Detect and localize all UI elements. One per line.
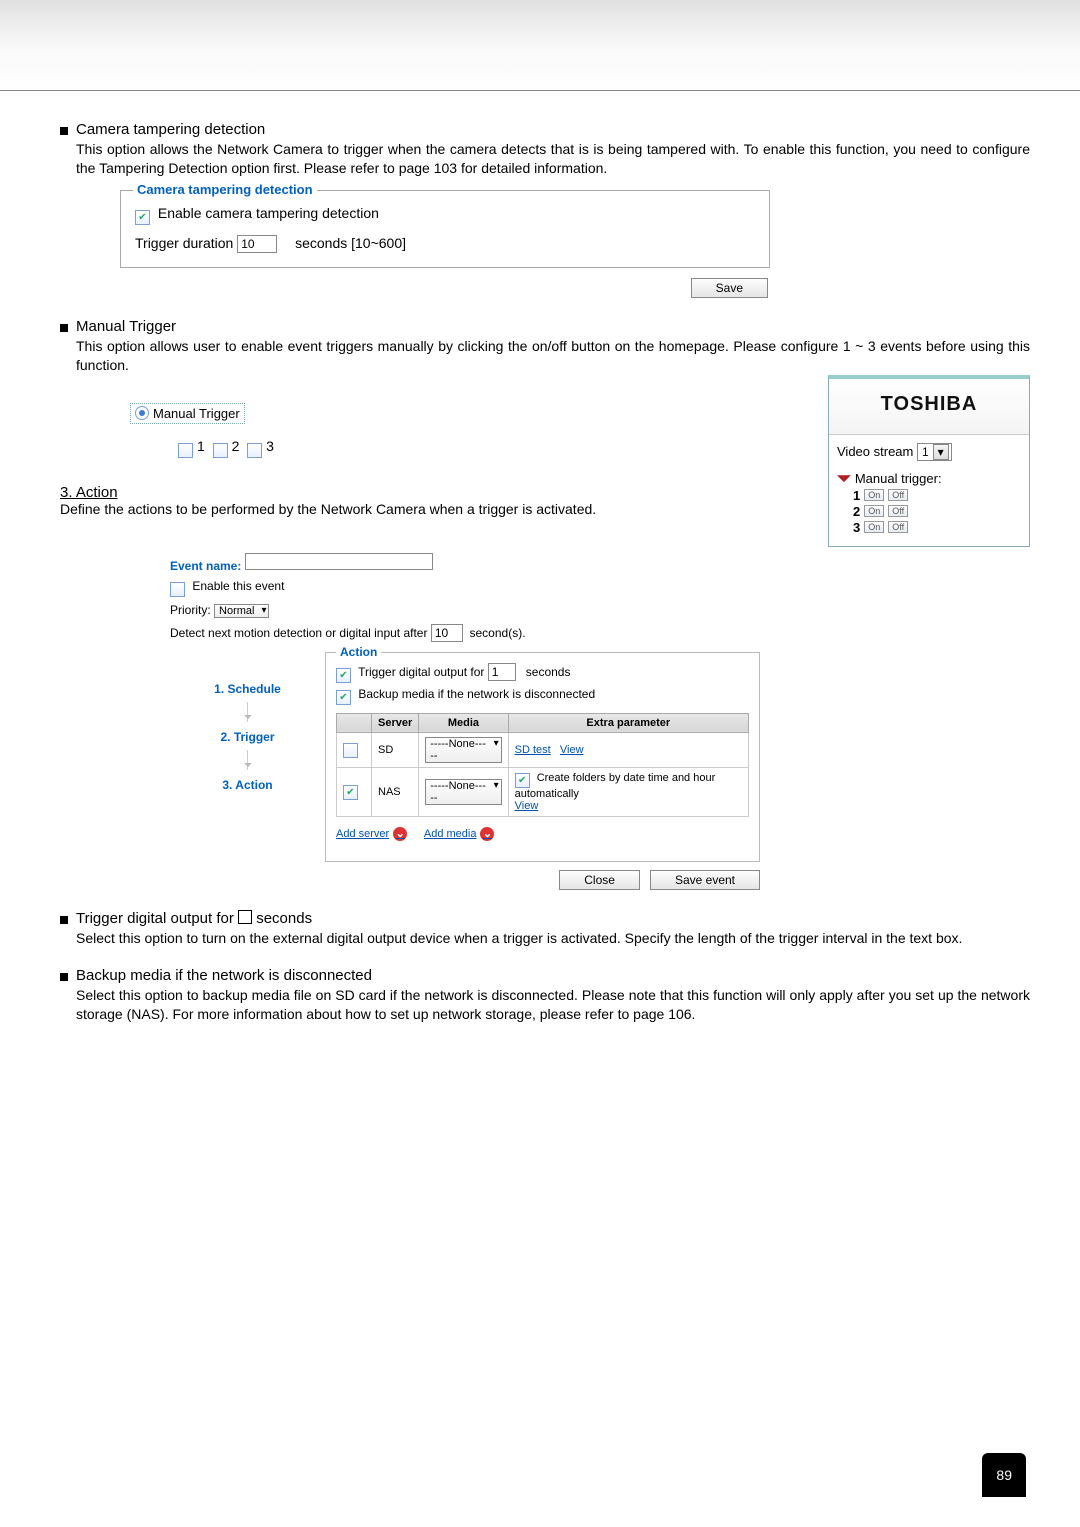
chevron-down-icon: ▾ <box>933 444 949 460</box>
sd-test-link[interactable]: SD test <box>515 744 551 756</box>
placeholder-box-icon <box>238 910 252 924</box>
sd-name: SD <box>372 732 419 767</box>
save-event-button[interactable]: Save event <box>650 870 760 890</box>
backup-media-checkbox[interactable]: ✔ <box>336 690 351 705</box>
manual-trigger-radio-row: Manual Trigger <box>130 403 245 424</box>
col-server: Server <box>372 713 419 732</box>
step-action[interactable]: 3. Action <box>222 778 272 792</box>
trigger-output-suffix: seconds <box>526 665 571 679</box>
manual-trigger-heading: Manual trigger: <box>855 471 942 486</box>
tampering-fieldset: Camera tampering detection ✔ Enable came… <box>120 190 770 268</box>
tampering-body: This option allows the Network Camera to… <box>76 140 1030 178</box>
step-schedule[interactable]: 1. Schedule <box>170 682 325 696</box>
tampering-title: Camera tampering detection <box>76 121 265 138</box>
bullet-icon <box>60 127 68 135</box>
mt1-on-button[interactable]: On <box>864 489 884 501</box>
col-media: Media <box>419 713 508 732</box>
mt2-off-button[interactable]: Off <box>888 505 908 517</box>
mt1-off-button[interactable]: Off <box>888 489 908 501</box>
event-name-input[interactable] <box>245 553 433 570</box>
col-extra: Extra parameter <box>508 713 748 732</box>
trigger-output-input[interactable]: 1 <box>488 663 516 681</box>
trigger-duration-suffix: seconds [10~600] <box>295 235 406 251</box>
manual-trigger-title: Manual Trigger <box>76 318 176 335</box>
mt-row-3: 3 On Off <box>853 520 1021 535</box>
mt3-off-button[interactable]: Off <box>888 521 908 533</box>
manual-trigger-body: This option allows user to enable event … <box>76 337 1030 375</box>
tampering-legend: Camera tampering detection <box>133 182 317 197</box>
event-name-label: Event name: <box>170 559 241 573</box>
plus-icon: ⌄ <box>393 827 407 841</box>
trigger-duration-input[interactable]: 10 <box>237 235 277 253</box>
manual-trigger-radio-label: Manual Trigger <box>153 406 240 421</box>
collapse-icon[interactable]: ◥◤ <box>837 473 851 484</box>
save-button[interactable]: Save <box>691 278 768 298</box>
trigger-output-label: Trigger digital output for <box>358 665 484 679</box>
mt-check-1[interactable]: ✔ <box>178 443 193 458</box>
nas-autofolder-checkbox[interactable]: ✔ <box>515 773 530 788</box>
bullet-icon <box>60 973 68 981</box>
trigger-output-checkbox[interactable]: ✔ <box>336 668 351 683</box>
close-button[interactable]: Close <box>559 870 640 890</box>
mt-check-3[interactable]: ✔ <box>247 443 262 458</box>
nas-view-link[interactable]: View <box>515 800 539 812</box>
sd-checkbox[interactable]: ✔ <box>343 743 358 758</box>
action-body: Define the actions to be performed by th… <box>60 501 730 517</box>
backup-media-label: Backup media if the network is disconnec… <box>358 687 595 701</box>
bk-body: Select this option to backup media file … <box>76 986 1030 1024</box>
mt-check-2[interactable]: ✔ <box>213 443 228 458</box>
nas-media-select[interactable]: -----None----- <box>425 779 501 805</box>
header-gradient <box>0 0 1080 91</box>
priority-label: Priority: <box>170 603 211 617</box>
video-stream-label: Video stream <box>837 444 913 459</box>
enable-event-label: Enable this event <box>192 579 284 593</box>
table-row: ✔ SD -----None----- SD test View <box>337 732 749 767</box>
add-media-link[interactable]: Add media ⌄ <box>424 827 495 841</box>
plus-icon: ⌄ <box>480 827 494 841</box>
table-row: ✔ NAS -----None----- ✔ Create folders by… <box>337 767 749 816</box>
trigger-duration-label: Trigger duration <box>135 235 233 251</box>
do-body: Select this option to turn on the extern… <box>76 929 1030 948</box>
action-fieldset: Action ✔ Trigger digital output for 1 se… <box>325 652 760 862</box>
mt-row-2: 2 On Off <box>853 504 1021 519</box>
sd-view-link[interactable]: View <box>560 744 584 756</box>
add-server-link[interactable]: Add server ⌄ <box>336 827 407 841</box>
mt2-on-button[interactable]: On <box>864 505 884 517</box>
bk-title: Backup media if the network is disconnec… <box>76 967 372 984</box>
nas-autofolder-label: Create folders by date time and hour aut… <box>515 772 716 800</box>
page-number: 89 <box>982 1453 1026 1497</box>
detect-label-post: second(s). <box>470 626 526 640</box>
mt-row-1: 1 On Off <box>853 488 1021 503</box>
nas-name: NAS <box>372 767 419 816</box>
do-title: Trigger digital output for seconds <box>76 910 312 927</box>
enable-event-checkbox[interactable]: ✔ <box>170 582 185 597</box>
bullet-icon <box>60 324 68 332</box>
enable-tampering-label: Enable camera tampering detection <box>158 205 379 221</box>
enable-tampering-checkbox[interactable]: ✔ <box>135 210 150 225</box>
priority-select[interactable]: Normal <box>214 604 269 618</box>
brand-logo: TOSHIBA <box>829 379 1029 435</box>
control-panel: TOSHIBA Video stream 1 ▾ ◥◤ Manual trigg… <box>828 375 1030 547</box>
detect-interval-input[interactable]: 10 <box>431 624 463 642</box>
nas-checkbox[interactable]: ✔ <box>343 785 358 800</box>
video-stream-select[interactable]: 1 ▾ <box>917 443 952 461</box>
manual-trigger-radio[interactable] <box>135 406 149 420</box>
action-legend: Action <box>336 645 381 659</box>
sd-media-select[interactable]: -----None----- <box>425 737 501 763</box>
server-table: Server Media Extra parameter ✔ SD -----N… <box>336 713 749 817</box>
bullet-icon <box>60 916 68 924</box>
event-panel: Event name: ✔ Enable this event Priority… <box>170 553 760 890</box>
step-trigger[interactable]: 2. Trigger <box>170 730 325 744</box>
detect-label-pre: Detect next motion detection or digital … <box>170 626 427 640</box>
mt3-on-button[interactable]: On <box>864 521 884 533</box>
